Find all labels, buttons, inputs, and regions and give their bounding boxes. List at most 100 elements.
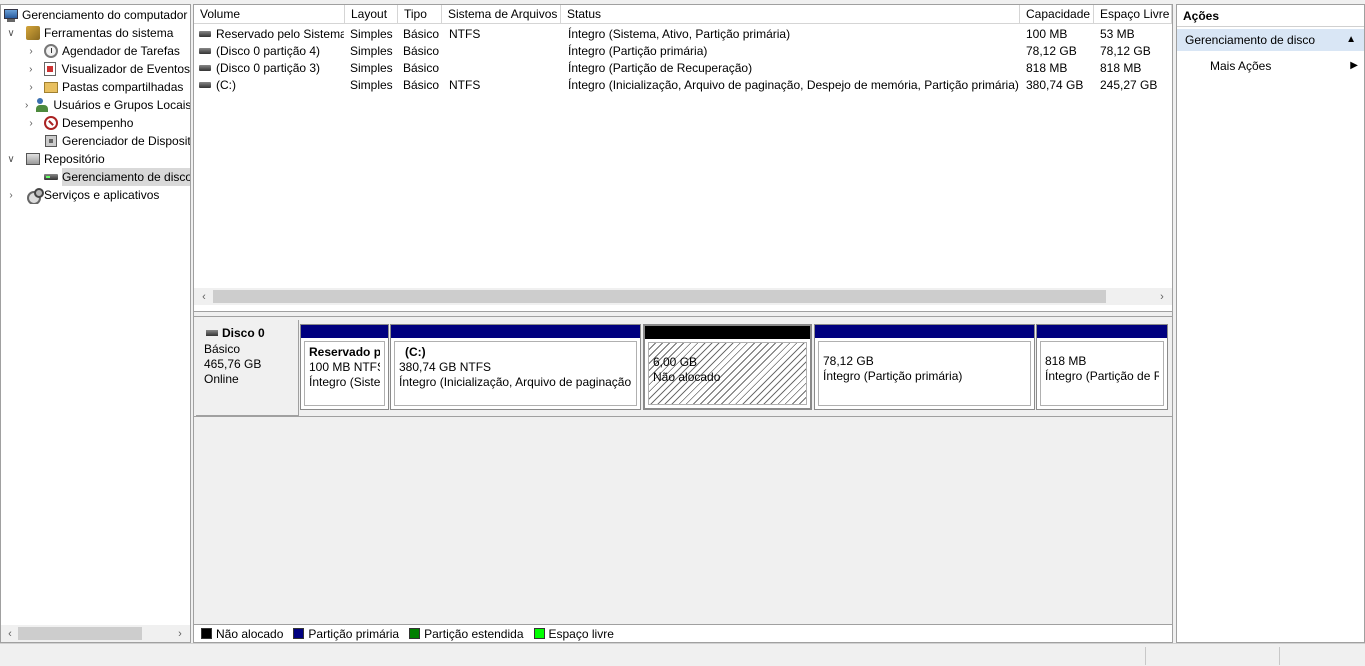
cell-layout: Simples [350, 61, 393, 75]
cell-volume: Reservado pelo Sistema [216, 27, 344, 41]
cell-layout: Simples [350, 44, 393, 58]
chevron-right-icon[interactable]: › [25, 60, 36, 78]
disk-state: Online [204, 372, 239, 386]
more-actions-item[interactable]: Mais Ações ▶ [1177, 56, 1364, 76]
actions-title: Ações [1177, 5, 1364, 27]
cell-volume: (Disco 0 partição 3) [216, 61, 321, 75]
users-icon [34, 97, 50, 113]
chevron-right-icon[interactable]: › [25, 78, 37, 96]
more-actions-label: Mais Ações [1210, 59, 1272, 73]
tree-item-computer-management[interactable]: Gerenciamento do computador (Local) [3, 6, 190, 24]
cell-type: Básico [403, 27, 440, 41]
chevron-down-icon[interactable]: ∨ [5, 24, 17, 42]
tree-item-device-manager[interactable]: Gerenciador de Dispositivos [43, 132, 190, 150]
partition-size: 100 MB NTFS [309, 360, 380, 374]
collapse-up-icon[interactable]: ▲ [1346, 29, 1356, 51]
column-header-free-space[interactable]: Espaço Livre [1094, 5, 1172, 24]
partition-system-reserved[interactable]: Reservado pelo Sistema 100 MB NTFS Ínteg… [300, 324, 389, 410]
cell-status: Íntegro (Inicialização, Arquivo de pagin… [568, 78, 1019, 92]
cell-status: Íntegro (Sistema, Ativo, Partição primár… [568, 27, 791, 41]
column-header-volume[interactable]: Volume [194, 5, 345, 24]
tree-item-local-users-groups[interactable]: › Usuários e Grupos Locais [25, 96, 190, 114]
actions-section-disk-management[interactable]: Gerenciamento de disco ▲ [1177, 29, 1364, 51]
partition-bar [1037, 325, 1167, 338]
console-tree: Gerenciamento do computador (Local) ∨ Fe… [0, 4, 191, 643]
volume-icon [199, 48, 211, 54]
legend-swatch [293, 628, 305, 639]
storage-icon [25, 151, 41, 167]
cell-capacity: 380,74 GB [1026, 78, 1084, 92]
disk-name: Disco 0 [222, 326, 265, 340]
partition-title [823, 345, 1026, 354]
tree-item-task-scheduler[interactable]: › Agendador de Tarefas [25, 42, 190, 60]
legend-free-space: Espaço livre [533, 627, 614, 641]
scroll-right-arrow-icon[interactable]: › [1155, 290, 1169, 304]
scrollbar-thumb[interactable] [213, 290, 1106, 303]
tree-item-shared-folders[interactable]: › Pastas compartilhadas [25, 78, 190, 96]
legend-swatch [201, 628, 212, 639]
scroll-right-arrow-icon[interactable]: › [173, 627, 187, 641]
partition-size: 818 MB [1045, 354, 1087, 368]
tree-item-disk-management[interactable]: Gerenciamento de disco [43, 168, 190, 186]
column-header-type[interactable]: Tipo [398, 5, 442, 24]
cell-layout: Simples [350, 27, 393, 41]
chevron-down-icon[interactable]: ∨ [5, 150, 17, 168]
partition-disk0-part3[interactable]: 818 MB Íntegro (Partição de Recuperação) [1036, 324, 1168, 410]
scroll-left-arrow-icon[interactable]: ‹ [197, 290, 211, 304]
disk-0-label[interactable]: Disco 0 Básico 465,76 GB Online [196, 320, 299, 416]
legend: Não alocado Partição primária Partição e… [194, 624, 1172, 642]
cell-type: Básico [403, 61, 440, 75]
cell-status: Íntegro (Partição primária) [568, 44, 708, 58]
cell-free-space: 53 MB [1100, 27, 1135, 41]
partition-c-drive[interactable]: (C:) 380,74 GB NTFS Íntegro (Inicializaç… [390, 324, 641, 410]
partition-unallocated[interactable]: 6,00 GB Não alocado [643, 324, 812, 410]
column-header-layout[interactable]: Layout [345, 5, 398, 24]
tools-icon [25, 25, 41, 41]
table-row[interactable]: (Disco 0 partição 4) Simples Básico Íntegro… [194, 43, 1172, 60]
cell-free-space: 818 MB [1100, 61, 1142, 75]
disk-row-divider [194, 416, 1172, 417]
legend-extended-partition: Partição estendida [409, 627, 524, 641]
tree-horizontal-scrollbar[interactable]: ‹ › [1, 625, 190, 642]
partition-disk0-part4[interactable]: 78,12 GB Íntegro (Partição primária) [814, 324, 1035, 410]
partition-title: Reservado pelo Sistema [309, 345, 380, 359]
volume-icon [199, 31, 211, 37]
partition-title: (C:) [405, 345, 426, 359]
event-viewer-icon [42, 61, 58, 77]
column-header-capacity[interactable]: Capacidade [1020, 5, 1094, 24]
disk-icon [43, 169, 59, 185]
column-header-status[interactable]: Status [561, 5, 1020, 24]
scrollbar-thumb[interactable] [18, 627, 142, 640]
table-row[interactable]: Reservado pelo Sistema Simples Básico NTFS Í… [194, 26, 1172, 43]
tree-item-performance[interactable]: › Desempenho [25, 114, 190, 132]
cell-file-system [449, 60, 561, 77]
tree-item-services-applications[interactable]: › Serviços e aplicativos [5, 186, 190, 204]
services-icon [25, 187, 44, 204]
status-bar [0, 643, 1365, 666]
table-row[interactable]: (Disco 0 partição 3) Simples Básico Íntegro… [194, 60, 1172, 77]
cell-capacity: 78,12 GB [1026, 44, 1077, 58]
partition-bar [301, 325, 388, 338]
disk-management-pane: Volume Layout Tipo Sistema de Arquivos S… [193, 4, 1173, 643]
device-manager-icon [43, 133, 59, 149]
cell-capacity: 818 MB [1026, 61, 1068, 75]
tree-item-system-tools[interactable]: ∨ Ferramentas do sistema [5, 24, 190, 42]
cell-type: Básico [403, 44, 440, 58]
tree-item-event-viewer[interactable]: › Visualizador de Eventos [25, 60, 190, 78]
volume-list-horizontal-scrollbar[interactable]: ‹ › [194, 288, 1172, 305]
cell-file-system: NTFS [449, 78, 481, 92]
chevron-right-icon[interactable]: › [25, 114, 37, 132]
column-header-file-system[interactable]: Sistema de Arquivos [442, 5, 561, 24]
table-row[interactable]: (C:) Simples Básico NTFS Íntegro (Inicializa… [194, 77, 1172, 94]
tree-item-storage[interactable]: ∨ Repositório [5, 150, 190, 168]
partition-size: 6,00 GB [653, 355, 698, 369]
tree-item-label: Gerenciamento do computador (Local) [22, 8, 190, 22]
partition-size: 380,74 GB NTFS [399, 360, 492, 374]
legend-unallocated: Não alocado [201, 627, 283, 641]
chevron-right-icon[interactable]: › [25, 42, 37, 60]
cell-free-space: 245,27 GB [1100, 78, 1158, 92]
chevron-right-icon[interactable]: › [25, 96, 28, 114]
scroll-left-arrow-icon[interactable]: ‹ [3, 627, 17, 641]
chevron-right-icon[interactable]: › [5, 186, 17, 204]
disk-size: 465,76 GB [204, 357, 262, 371]
